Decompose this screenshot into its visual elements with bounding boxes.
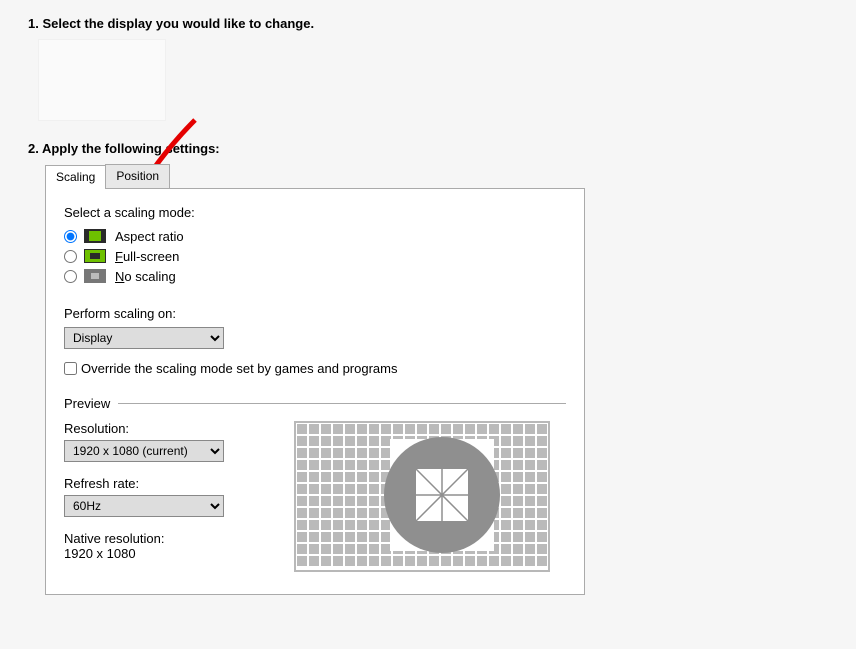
full-screen-icon <box>83 248 107 264</box>
radio-aspect-ratio-label: Aspect ratio <box>115 229 184 244</box>
override-label: Override the scaling mode set by games a… <box>81 361 398 376</box>
tab-row: Scaling Position <box>45 164 836 188</box>
tab-position[interactable]: Position <box>105 164 170 188</box>
aspect-ratio-icon <box>83 228 107 244</box>
native-resolution-value: 1920 x 1080 <box>64 546 234 561</box>
preview-testpattern-icon <box>296 423 548 567</box>
radio-aspect-ratio[interactable] <box>64 230 77 243</box>
settings-page: 1. Select the display you would like to … <box>0 0 856 615</box>
refresh-rate-label: Refresh rate: <box>64 476 234 491</box>
no-scaling-icon <box>83 268 107 284</box>
override-checkbox[interactable] <box>64 362 77 375</box>
radio-full-screen[interactable] <box>64 250 77 263</box>
radio-row-no-scaling[interactable]: No scaling <box>64 268 566 284</box>
step2-heading: 2. Apply the following settings: <box>28 141 836 156</box>
refresh-rate-select[interactable]: 60Hz <box>64 495 224 517</box>
native-resolution-label: Native resolution: <box>64 531 234 546</box>
preview-divider <box>118 403 566 404</box>
preview-image <box>294 421 550 572</box>
tab-position-label: Position <box>116 169 159 183</box>
resolution-select[interactable]: 1920 x 1080 (current) <box>64 440 224 462</box>
radio-no-scaling-label: No scaling <box>115 269 176 284</box>
tab-scaling-label: Scaling <box>56 170 95 184</box>
display-selector-panel[interactable] <box>38 39 166 121</box>
override-row[interactable]: Override the scaling mode set by games a… <box>64 361 566 376</box>
preview-title: Preview <box>64 396 110 411</box>
perform-scaling-on-select[interactable]: Display <box>64 327 224 349</box>
scaling-mode-label: Select a scaling mode: <box>64 205 566 220</box>
radio-row-full-screen[interactable]: Full-screen <box>64 248 566 264</box>
radio-row-aspect-ratio[interactable]: Aspect ratio <box>64 228 566 244</box>
radio-full-screen-label: Full-screen <box>115 249 179 264</box>
tab-scaling[interactable]: Scaling <box>45 165 106 189</box>
resolution-label: Resolution: <box>64 421 234 436</box>
step1-heading: 1. Select the display you would like to … <box>28 16 836 31</box>
radio-no-scaling[interactable] <box>64 270 77 283</box>
perform-scaling-on-label: Perform scaling on: <box>64 306 566 321</box>
scaling-tab-panel: Select a scaling mode: Aspect ratio Full… <box>45 188 585 595</box>
